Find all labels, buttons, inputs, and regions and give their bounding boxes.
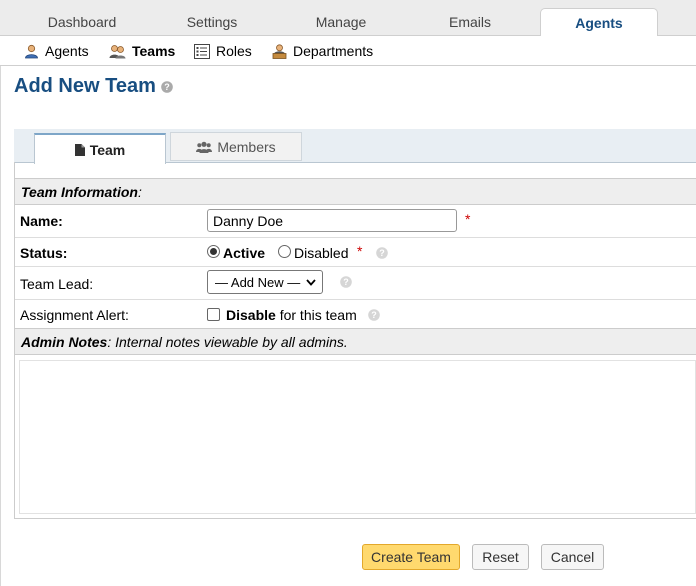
name-label: Name: (20, 213, 63, 229)
status-disabled-label[interactable]: Disabled (294, 245, 348, 261)
form-row-status: Status: Active Disabled * ? (15, 238, 696, 267)
status-label: Status: (20, 245, 68, 261)
admin-notes-textarea[interactable] (19, 360, 696, 514)
help-icon[interactable]: ? (340, 276, 352, 288)
section-description: : Internal notes viewable by all admins. (107, 334, 348, 350)
teams-icon (109, 44, 126, 58)
section-header-team-information: Team Information: (15, 178, 696, 205)
tab-team[interactable]: Team (34, 133, 166, 164)
chevron-down-icon (306, 279, 316, 286)
svg-text:?: ? (164, 82, 170, 92)
tab-manage[interactable]: Manage (279, 8, 403, 36)
status-active-label[interactable]: Active (223, 245, 265, 261)
status-disabled-radio[interactable] (278, 245, 291, 258)
subnav-item-label: Departments (293, 43, 374, 59)
subnav-item-label: Teams (132, 43, 176, 59)
form-row-team-lead: Team Lead: — Add New — ? (15, 267, 696, 300)
roles-icon (194, 43, 210, 59)
form-row-assignment-alert: Assignment Alert: Disable for this team … (15, 300, 696, 328)
subnav-item-departments[interactable]: Departments (272, 41, 373, 61)
required-marker: * (357, 243, 363, 259)
form-tab-bar: Team Members (14, 129, 696, 164)
subnav-item-label: Roles (216, 43, 252, 59)
subnav-item-teams[interactable]: Teams (109, 41, 175, 61)
section-title: Team Information (21, 184, 138, 200)
name-field[interactable] (207, 209, 457, 232)
sub-nav: Agents Teams Roles Departments (0, 36, 696, 66)
disable-alert-checkbox[interactable] (207, 308, 220, 321)
assignment-alert-label: Assignment Alert: (20, 307, 129, 323)
file-icon (74, 143, 85, 156)
tab-label: Team (89, 141, 126, 158)
help-icon[interactable]: ? (161, 81, 173, 93)
disable-alert-strong: Disable (226, 307, 276, 323)
tab-members[interactable]: Members (170, 132, 302, 161)
tab-agents[interactable]: Agents (540, 8, 658, 37)
disable-alert-text[interactable]: Disable for this team (226, 307, 357, 323)
subnav-item-label: Agents (45, 43, 89, 59)
section-header-admin-notes: Admin Notes: Internal notes viewable by … (15, 328, 696, 355)
tab-emails[interactable]: Emails (408, 8, 532, 36)
tab-settings[interactable]: Settings (150, 8, 274, 36)
help-icon[interactable]: ? (376, 247, 388, 259)
subnav-item-roles[interactable]: Roles (194, 41, 252, 61)
team-lead-label: Team Lead: (20, 276, 94, 292)
team-lead-selected-value: — Add New — (215, 274, 301, 290)
svg-text:?: ? (379, 248, 385, 258)
form-row-name: Name: * (15, 205, 696, 238)
required-marker: * (465, 211, 471, 227)
reset-button[interactable]: Reset (472, 544, 529, 570)
page-title: Add New Team (14, 75, 156, 97)
svg-text:?: ? (343, 277, 349, 287)
departments-icon (272, 43, 287, 59)
top-nav: Dashboard Settings Manage Emails Agents (0, 0, 696, 37)
section-title: Admin Notes (21, 334, 108, 350)
tab-label: Members (217, 138, 276, 155)
disable-alert-rest: for this team (279, 307, 357, 323)
create-team-button[interactable]: Create Team (362, 544, 460, 570)
status-active-radio[interactable] (207, 245, 220, 258)
subnav-item-agents[interactable]: Agents (24, 41, 89, 61)
team-lead-select[interactable]: — Add New — (207, 270, 323, 294)
agent-icon (25, 44, 38, 58)
section-title-suffix: : (137, 184, 142, 200)
help-icon[interactable]: ? (368, 309, 380, 321)
svg-text:?: ? (371, 310, 377, 320)
cancel-button[interactable]: Cancel (541, 544, 604, 570)
users-icon (196, 141, 213, 153)
tab-dashboard[interactable]: Dashboard (20, 8, 144, 36)
